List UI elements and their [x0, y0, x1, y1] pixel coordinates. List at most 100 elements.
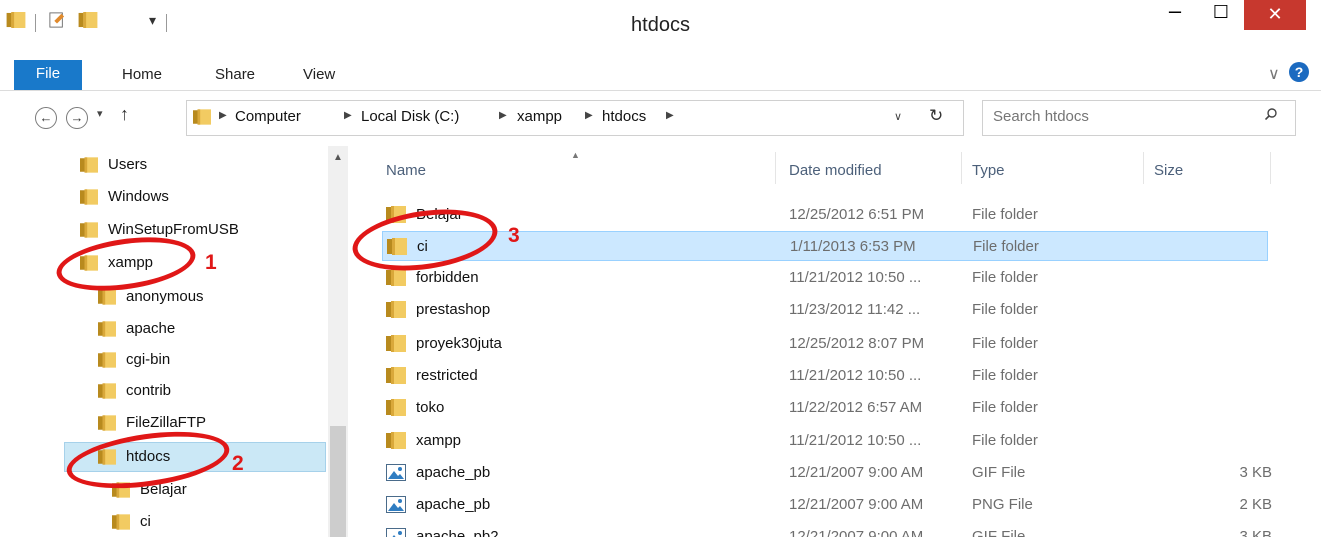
- column-header-size[interactable]: Size: [1154, 162, 1183, 179]
- minimize-button[interactable]: –: [1158, 0, 1192, 26]
- folder-icon: [386, 269, 406, 286]
- breadcrumb-separator[interactable]: ▶: [585, 110, 593, 121]
- nav-item-label: WinSetupFromUSB: [108, 221, 239, 238]
- ribbon-tabs: File Home Share View ∨ ?: [0, 56, 1321, 91]
- recent-locations-icon[interactable]: ▾: [97, 107, 103, 120]
- folder-icon: [386, 301, 406, 318]
- breadcrumb-xampp[interactable]: xampp: [517, 108, 562, 125]
- file-type: File folder: [972, 432, 1038, 449]
- breadcrumb-separator[interactable]: ▶: [219, 110, 227, 121]
- folder-icon: [386, 335, 406, 352]
- file-type: File folder: [972, 335, 1038, 352]
- folder-icon: [386, 367, 406, 384]
- image-file-icon: [386, 464, 406, 481]
- breadcrumb-separator[interactable]: ▶: [344, 110, 352, 121]
- folder-icon: [98, 415, 116, 431]
- file-type: File folder: [972, 367, 1038, 384]
- tab-view[interactable]: View: [303, 66, 335, 83]
- file-list: ▲ Name Date modified Type Size Belajar 1…: [358, 146, 1321, 537]
- nav-item-label: cgi-bin: [126, 351, 171, 368]
- nav-scrollbar[interactable]: ▲: [328, 146, 348, 537]
- nav-item-label: apache: [126, 320, 176, 337]
- expand-ribbon-icon[interactable]: ∨: [1268, 64, 1280, 84]
- file-type: File folder: [972, 269, 1038, 286]
- address-bar[interactable]: ▶ Computer ▶ Local Disk (C:) ▶ xampp ▶ h…: [186, 100, 964, 136]
- image-file-icon: [386, 528, 406, 537]
- file-date: 1/11/2013 6:53 PM: [790, 238, 916, 255]
- column-header-name[interactable]: Name: [386, 162, 426, 179]
- annotation-number-3: 3: [508, 224, 520, 247]
- file-name: forbidden: [416, 269, 479, 286]
- file-date: 11/21/2012 10:50 ...: [789, 269, 922, 286]
- breadcrumb-separator[interactable]: ▶: [666, 110, 674, 121]
- file-row-toko[interactable]: toko 11/22/2012 6:57 AM File folder: [382, 393, 1268, 423]
- file-name: apache_pb2: [416, 528, 499, 537]
- file-type: GIF File: [972, 528, 1026, 537]
- file-type: GIF File: [972, 464, 1026, 481]
- tab-home[interactable]: Home: [122, 66, 162, 83]
- search-icon[interactable]: [1265, 108, 1277, 120]
- title-bar: ▾ htdocs – ☐ ✕: [0, 0, 1321, 57]
- nav-item-label: ci: [140, 513, 151, 530]
- file-name: xampp: [416, 432, 462, 449]
- annotation-number-2: 2: [232, 452, 244, 475]
- folder-icon: [193, 109, 211, 125]
- nav-item-label: Users: [108, 156, 148, 173]
- file-row-prestashop[interactable]: prestashop 11/23/2012 11:42 ... File fol…: [382, 295, 1268, 325]
- column-divider[interactable]: [961, 152, 962, 184]
- column-divider[interactable]: [1270, 152, 1271, 184]
- column-header-date[interactable]: Date modified: [789, 162, 882, 179]
- file-name: restricted: [416, 367, 478, 384]
- search-input[interactable]: [993, 108, 1253, 125]
- search-box[interactable]: [982, 100, 1296, 136]
- breadcrumb-local-disk[interactable]: Local Disk (C:): [361, 108, 459, 125]
- folder-icon: [80, 189, 98, 205]
- file-date: 12/25/2012 8:07 PM: [789, 335, 925, 352]
- file-type: File folder: [972, 206, 1038, 223]
- nav-item-label: anonymous: [126, 288, 204, 305]
- folder-icon: [112, 514, 130, 530]
- file-date: 12/25/2012 6:51 PM: [789, 206, 925, 223]
- tab-share[interactable]: Share: [215, 66, 255, 83]
- address-dropdown-icon[interactable]: ∨: [894, 110, 902, 123]
- maximize-button[interactable]: ☐: [1204, 2, 1238, 30]
- breadcrumb-computer[interactable]: Computer: [235, 108, 301, 125]
- close-button[interactable]: ✕: [1244, 0, 1306, 30]
- nav-item-label: contrib: [126, 382, 172, 399]
- file-row-proyek30juta[interactable]: proyek30juta 12/25/2012 8:07 PM File fol…: [382, 329, 1268, 359]
- folder-icon: [386, 399, 406, 416]
- column-divider[interactable]: [775, 152, 776, 184]
- file-type: File folder: [972, 399, 1038, 416]
- file-size: 3 KB: [1239, 464, 1272, 481]
- nav-item-label: Windows: [108, 188, 169, 205]
- column-header-type[interactable]: Type: [972, 162, 1005, 179]
- folder-icon: [98, 321, 116, 337]
- forward-button[interactable]: →: [66, 107, 88, 129]
- file-type: File folder: [972, 301, 1038, 318]
- file-row-apache-pb-png[interactable]: apache_pb 12/21/2007 9:00 AM PNG File 2 …: [382, 490, 1272, 520]
- file-row-apache-pb-gif[interactable]: apache_pb 12/21/2007 9:00 AM GIF File 3 …: [382, 458, 1272, 488]
- help-icon[interactable]: ?: [1289, 62, 1309, 82]
- file-name: apache_pb: [416, 464, 491, 481]
- up-button[interactable]: ↑: [120, 104, 129, 125]
- back-button[interactable]: ←: [35, 107, 57, 129]
- sort-ascending-icon: ▲: [571, 150, 580, 160]
- refresh-icon[interactable]: ↻: [929, 106, 943, 126]
- scroll-up-icon[interactable]: ▲: [333, 152, 343, 163]
- folder-icon: [98, 289, 116, 305]
- scroll-thumb[interactable]: [330, 426, 346, 537]
- tab-file[interactable]: File: [14, 60, 82, 90]
- file-type: PNG File: [972, 496, 1033, 513]
- image-file-icon: [386, 496, 406, 513]
- file-row-xampp[interactable]: xampp 11/21/2012 10:50 ... File folder: [382, 426, 1268, 456]
- file-row-forbidden[interactable]: forbidden 11/21/2012 10:50 ... File fold…: [382, 263, 1268, 293]
- column-divider[interactable]: [1143, 152, 1144, 184]
- file-row-restricted[interactable]: restricted 11/21/2012 10:50 ... File fol…: [382, 361, 1268, 391]
- file-date: 12/21/2007 9:00 AM: [789, 496, 924, 513]
- file-row-apache-pb2[interactable]: apache_pb2 12/21/2007 9:00 AM GIF File 3…: [382, 522, 1272, 537]
- folder-icon: [80, 222, 98, 238]
- file-date: 11/21/2012 10:50 ...: [789, 367, 922, 384]
- nav-item-label: FileZillaFTP: [126, 414, 207, 431]
- breadcrumb-htdocs[interactable]: htdocs: [602, 108, 646, 125]
- breadcrumb-separator[interactable]: ▶: [499, 110, 507, 121]
